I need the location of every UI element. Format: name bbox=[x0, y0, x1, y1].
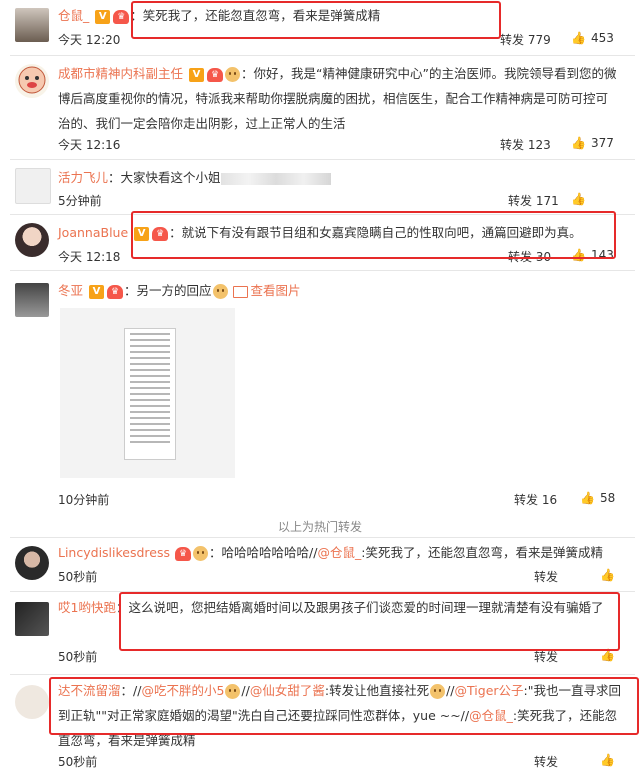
timestamp: 50秒前 bbox=[58, 650, 98, 664]
repost-text: 哈哈哈哈哈哈哈 bbox=[221, 545, 310, 560]
avatar[interactable] bbox=[15, 546, 49, 580]
like-button[interactable]: 👍 58 bbox=[580, 491, 615, 505]
verified-icon: V bbox=[189, 67, 204, 82]
verified-icon: V bbox=[134, 226, 150, 241]
timestamp: 50秒前 bbox=[58, 755, 98, 769]
like-button[interactable]: 👍 377 bbox=[571, 136, 614, 150]
member-crown-icon: ♛ bbox=[207, 67, 223, 82]
timestamp: 10分钟前 bbox=[58, 493, 110, 507]
username[interactable]: 哎1哟快跑 bbox=[58, 600, 116, 615]
thumbs-up-icon: 👍 bbox=[571, 136, 586, 150]
document-image bbox=[124, 328, 176, 460]
repost-button[interactable]: 转发 171 bbox=[508, 192, 559, 209]
thumbs-up-icon: 👍 bbox=[571, 31, 586, 45]
divider bbox=[10, 674, 635, 675]
like-button[interactable]: 👍 bbox=[571, 192, 586, 206]
angry-emoji-icon bbox=[430, 684, 446, 699]
monkey-emoji-icon bbox=[225, 67, 240, 82]
like-button[interactable]: 👍 143 bbox=[571, 248, 614, 262]
avatar[interactable] bbox=[15, 685, 49, 719]
thumbs-up-icon: 👍 bbox=[580, 491, 595, 505]
hug-emoji-icon bbox=[212, 284, 228, 299]
mention-link[interactable]: @仓鼠_ bbox=[469, 708, 513, 723]
thumbs-up-icon: 👍 bbox=[600, 753, 615, 767]
divider bbox=[10, 159, 635, 160]
username[interactable]: Lincydislikesdress bbox=[58, 545, 170, 560]
username[interactable]: JoannaBlue bbox=[58, 225, 128, 240]
mention-link[interactable]: @吃不胖的小5 bbox=[141, 683, 224, 698]
timestamp: 5分钟前 bbox=[58, 194, 102, 208]
repost-button[interactable]: 转发 779 bbox=[500, 31, 551, 48]
divider bbox=[10, 270, 635, 271]
glasses-emoji-icon bbox=[225, 684, 241, 699]
divider bbox=[10, 537, 635, 538]
member-crown-icon: ♛ bbox=[113, 9, 130, 24]
username[interactable]: 达不流留溜 bbox=[58, 683, 121, 698]
timestamp: 今天 12:20 bbox=[58, 33, 121, 47]
avatar[interactable] bbox=[15, 223, 49, 257]
divider bbox=[10, 55, 635, 56]
member-crown-icon: ♛ bbox=[107, 284, 123, 299]
username[interactable]: 活力飞儿 bbox=[58, 170, 108, 185]
monkey-emoji-icon bbox=[193, 546, 208, 561]
image-thumbnail[interactable] bbox=[60, 308, 235, 478]
comment-text: 大家快看这个小姐 bbox=[120, 170, 221, 185]
thumbs-up-icon: 👍 bbox=[571, 248, 586, 262]
divider bbox=[10, 591, 635, 592]
repost-button[interactable]: 转发 123 bbox=[500, 136, 551, 153]
mention-link[interactable]: @仙女甜了酱 bbox=[250, 683, 325, 698]
mention-link[interactable]: @Tiger公子 bbox=[455, 683, 524, 698]
avatar[interactable] bbox=[15, 8, 49, 42]
verified-icon: V bbox=[95, 9, 111, 24]
repost-text: 这么说吧，您把结婚离婚时间以及跟男孩子们谈恋爱的时间理一理就清楚有没有骗婚了 bbox=[128, 600, 604, 615]
like-button[interactable]: 👍 bbox=[600, 753, 615, 767]
like-button[interactable]: 👍 bbox=[600, 648, 615, 662]
username[interactable]: 仓鼠_ bbox=[58, 8, 89, 23]
comment-text: 另一方的回应 bbox=[136, 283, 212, 298]
comment-text: 笑死我了，还能忽直忽弯，看来是弹簧成精 bbox=[142, 8, 381, 23]
comment-text: 就说下有没有跟节目组和女嘉宾隐瞒自己的性取向吧，通篇回避即为真。 bbox=[181, 225, 582, 240]
timestamp: 50秒前 bbox=[58, 570, 98, 584]
avatar[interactable] bbox=[15, 602, 49, 636]
repost-button[interactable]: 转发 16 bbox=[514, 491, 557, 508]
avatar[interactable] bbox=[15, 64, 49, 98]
like-button[interactable]: 👍 453 bbox=[571, 31, 614, 45]
divider bbox=[10, 214, 635, 215]
avatar[interactable] bbox=[15, 168, 51, 204]
timestamp: 今天 12:18 bbox=[58, 250, 121, 264]
member-crown-icon: ♛ bbox=[152, 226, 169, 241]
thumbs-up-icon: 👍 bbox=[600, 568, 615, 582]
repost-button[interactable]: 转发 bbox=[534, 753, 558, 770]
section-label: 以上为热门转发 bbox=[277, 520, 362, 534]
like-button[interactable]: 👍 bbox=[600, 568, 615, 582]
mention-link[interactable]: @仓鼠_ bbox=[317, 545, 361, 560]
repost-button[interactable]: 转发 bbox=[534, 568, 558, 585]
username[interactable]: 冬亚 bbox=[58, 283, 83, 298]
thumbs-up-icon: 👍 bbox=[571, 192, 586, 206]
view-image-link[interactable]: 查看图片 bbox=[232, 283, 301, 298]
thumbs-up-icon: 👍 bbox=[600, 648, 615, 662]
repost-button[interactable]: 转发 bbox=[534, 648, 558, 665]
avatar[interactable] bbox=[15, 283, 49, 317]
verified-icon: V bbox=[89, 284, 104, 299]
username[interactable]: 成都市精神内科副主任 bbox=[58, 66, 183, 81]
repost-button[interactable]: 转发 30 bbox=[508, 248, 551, 265]
blurred-content bbox=[220, 172, 331, 185]
timestamp: 今天 12:16 bbox=[58, 138, 121, 152]
member-crown-icon: ♛ bbox=[175, 546, 191, 561]
image-icon bbox=[232, 285, 248, 298]
